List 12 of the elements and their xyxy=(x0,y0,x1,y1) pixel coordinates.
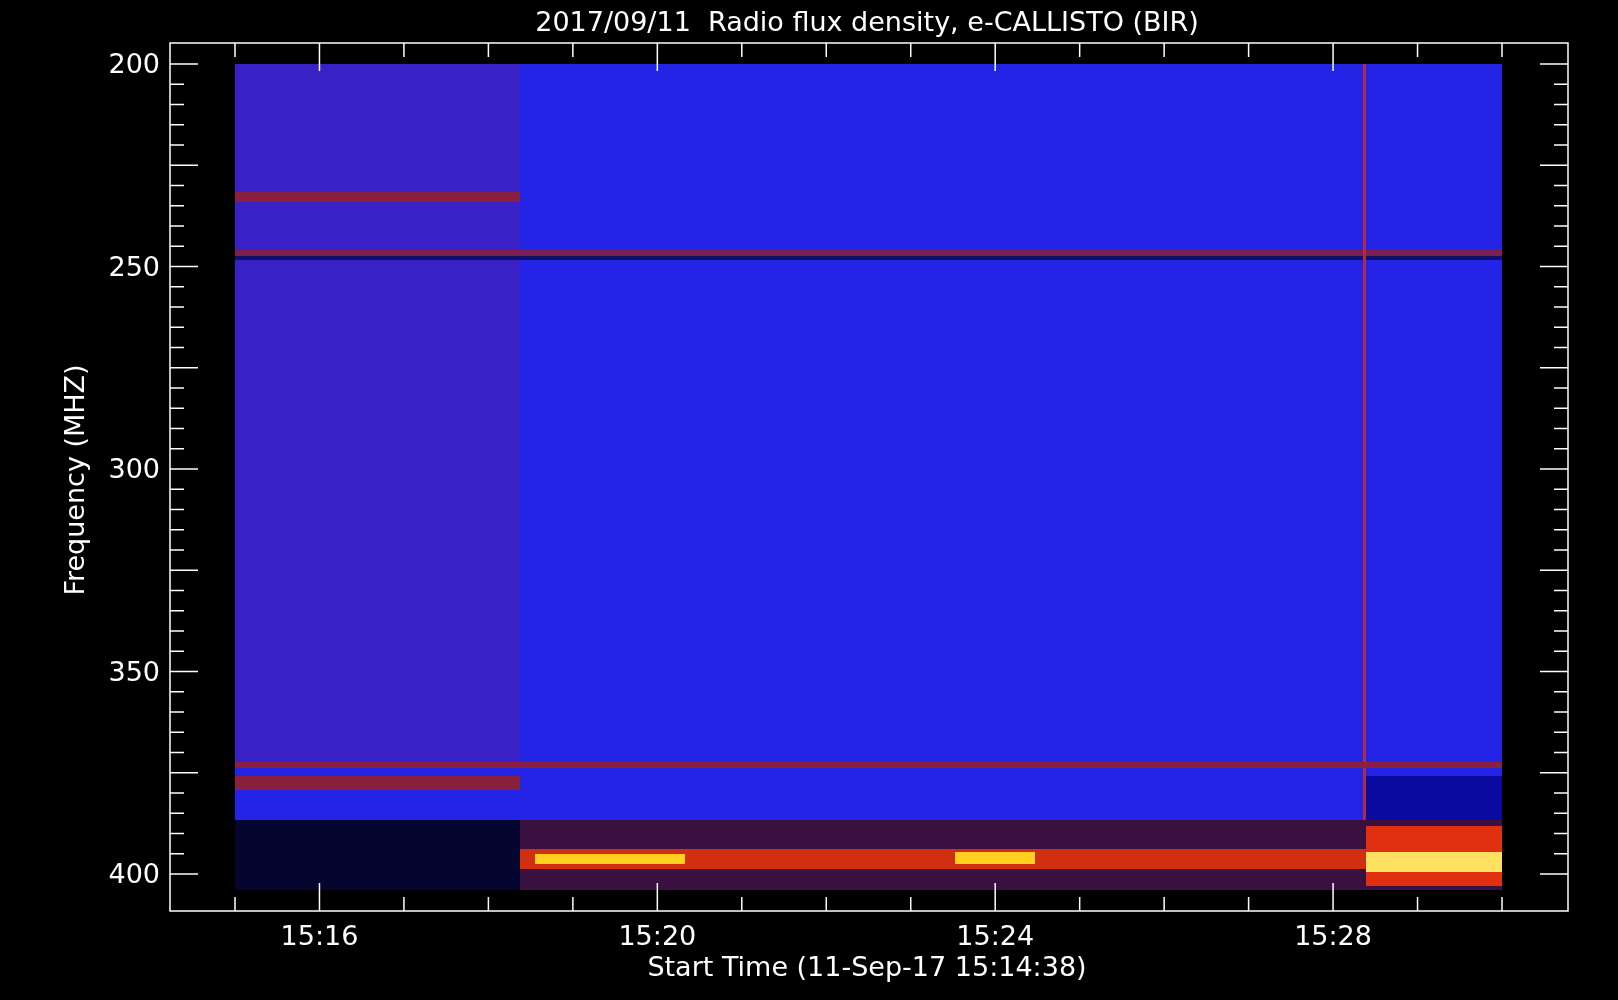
tick-label: 15:16 xyxy=(280,920,359,951)
tick-label: 15:20 xyxy=(618,920,697,951)
tick-label: 15:28 xyxy=(1294,920,1372,951)
tick-label: 400 xyxy=(108,858,160,889)
tick-label: 300 xyxy=(108,453,160,484)
axis-title: Start Time (11-Sep-17 15:14:38) xyxy=(647,951,1087,982)
chart-title: 2017/09/11 Radio flux density, e-CALLISTO (BIR) xyxy=(535,6,1199,37)
tick-label: 350 xyxy=(108,655,160,687)
axis-title: Frequency (MHZ) xyxy=(59,364,90,596)
tick-label: 15:24 xyxy=(956,920,1035,951)
tick-label: 200 xyxy=(108,48,160,79)
tick-label: 250 xyxy=(108,250,160,282)
